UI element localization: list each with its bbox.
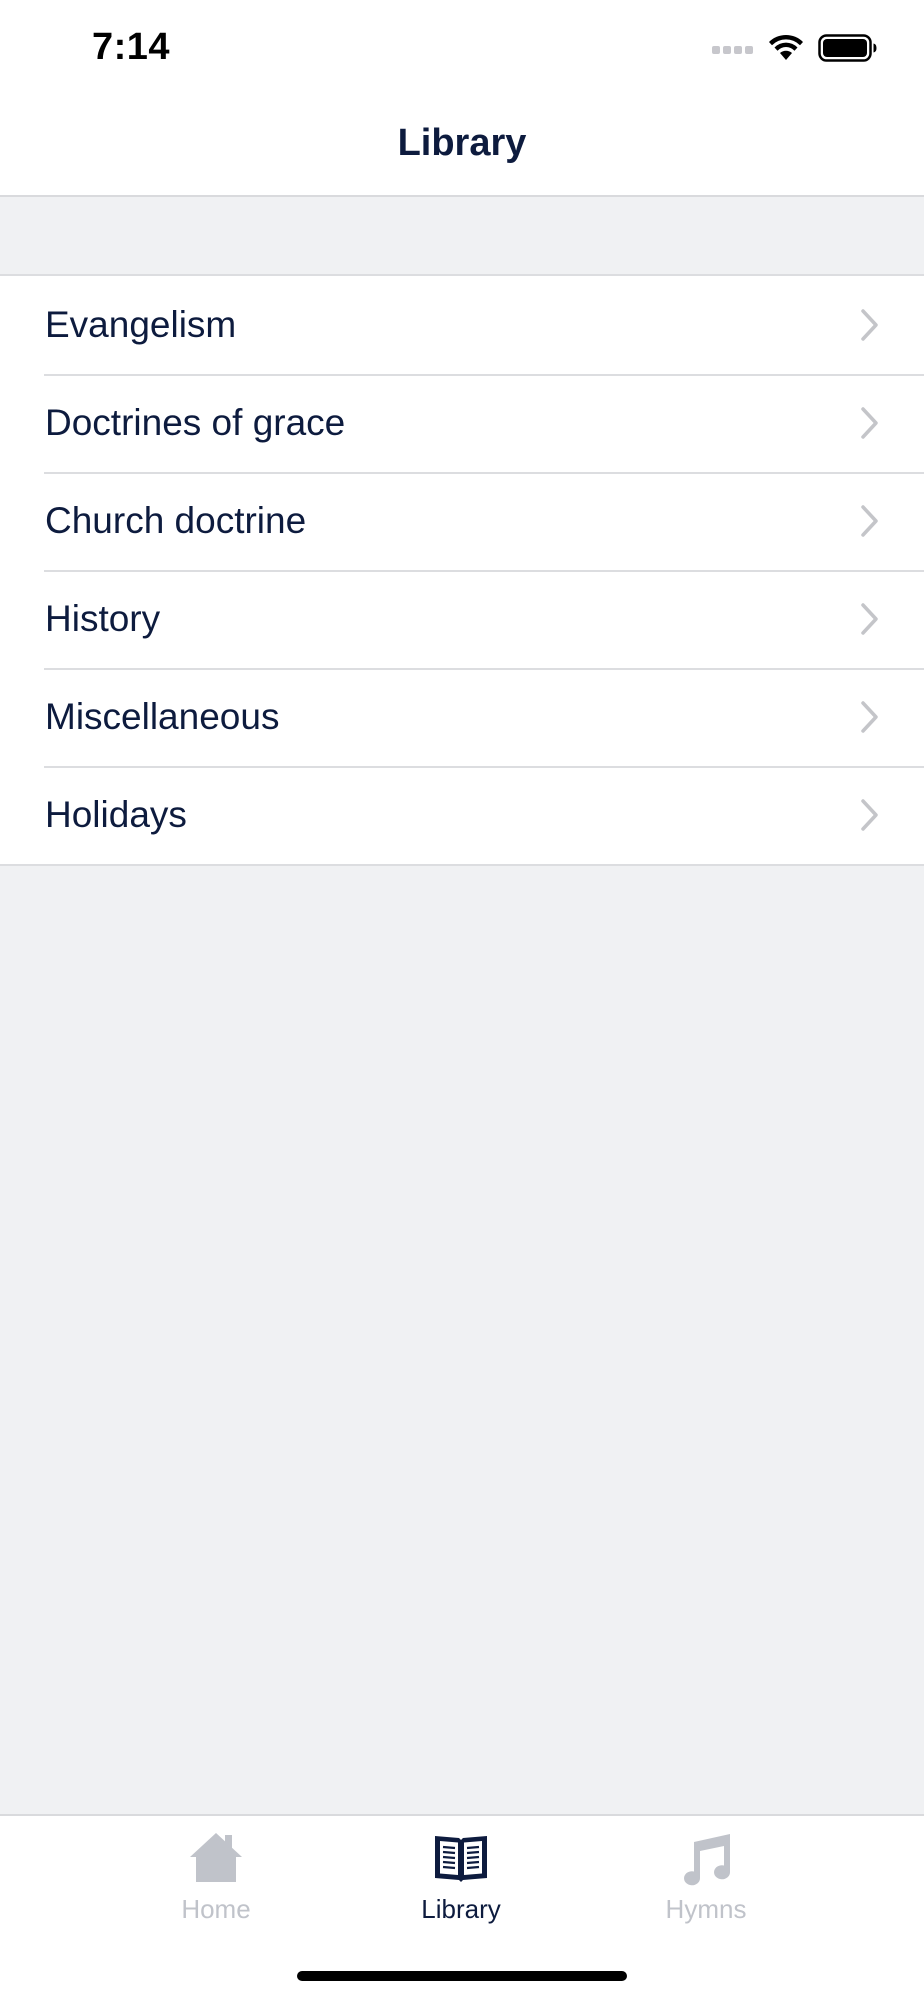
chevron-right-icon (860, 406, 880, 440)
list-item-history[interactable]: History (0, 570, 924, 668)
tab-label: Home (181, 1894, 251, 1924)
status-bar: 7:14 (0, 0, 924, 100)
tab-hymns[interactable]: Hymns (606, 1830, 806, 1940)
chevron-right-icon (860, 700, 880, 734)
list-item-label: Church doctrine (45, 500, 307, 541)
navigation-bar: Library (0, 100, 924, 197)
list-item-label: History (45, 598, 161, 639)
wifi-icon (768, 34, 804, 67)
page-title: Library (397, 122, 527, 164)
list-item-church-doctrine[interactable]: Church doctrine (0, 472, 924, 570)
list-item-miscellaneous[interactable]: Miscellaneous (0, 668, 924, 766)
cellular-signal-icon (712, 42, 754, 60)
home-indicator (297, 1971, 627, 1981)
chevron-right-icon (860, 798, 880, 832)
chevron-right-icon (860, 602, 880, 636)
status-icons (712, 34, 878, 67)
list-item-holidays[interactable]: Holidays (0, 766, 924, 864)
library-category-list: Evangelism Doctrines of grace Church doc… (0, 274, 924, 866)
chevron-right-icon (860, 504, 880, 538)
battery-icon (818, 34, 878, 67)
library-screen: 7:14 Library Evangelism Doctrines of gra… (0, 0, 924, 2000)
status-time: 7:14 (92, 26, 171, 68)
chevron-right-icon (860, 308, 880, 342)
tab-home[interactable]: Home (116, 1830, 316, 1940)
list-item-evangelism[interactable]: Evangelism (0, 276, 924, 374)
home-icon (188, 1830, 244, 1886)
list-item-doctrines-of-grace[interactable]: Doctrines of grace (0, 374, 924, 472)
tab-label: Hymns (665, 1894, 747, 1924)
list-item-label: Doctrines of grace (45, 402, 346, 443)
list-item-label: Holidays (45, 794, 187, 835)
list-item-label: Evangelism (45, 304, 237, 345)
list-item-label: Miscellaneous (45, 696, 280, 737)
music-note-icon (678, 1830, 734, 1886)
tab-label: Library (421, 1894, 501, 1924)
tab-library[interactable]: Library (361, 1830, 561, 1940)
book-icon (433, 1830, 489, 1886)
